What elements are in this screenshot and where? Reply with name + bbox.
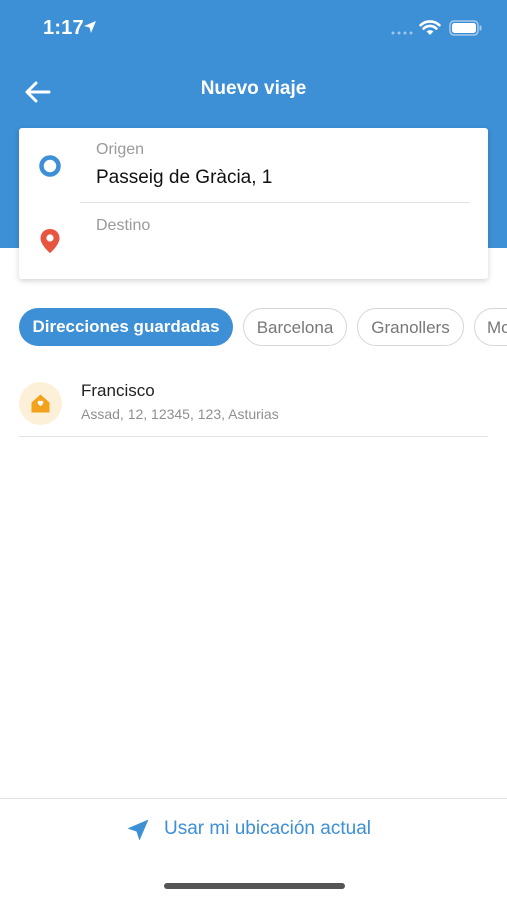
chip-direcciones-guardadas[interactable]: Direcciones guardadas: [19, 308, 233, 346]
status-bar: 1:17: [0, 0, 507, 58]
destination-label: Destino: [96, 217, 151, 234]
origin-marker-icon: [39, 155, 61, 177]
use-current-location-label: Usar mi ubicación actual: [164, 818, 371, 839]
saved-address-name: Francisco: [81, 381, 155, 400]
origin-label: Origen: [96, 141, 145, 158]
saved-address-item[interactable]: Francisco Assad, 12, 12345, 123, Asturia…: [19, 368, 488, 437]
chip-granollers[interactable]: Granollers: [357, 308, 464, 346]
chip-truncated[interactable]: Mo: [474, 308, 507, 346]
battery-icon: [449, 20, 482, 36]
cellular-signal-icon: [391, 31, 413, 35]
destination-input[interactable]: [96, 236, 466, 270]
location-services-icon: [84, 21, 96, 33]
status-time: 1:17: [43, 17, 84, 39]
origin-field[interactable]: Passeig de Gràcia, 1: [96, 167, 272, 189]
field-divider: [80, 202, 470, 203]
home-icon: [31, 394, 50, 413]
chip-barcelona[interactable]: Barcelona: [243, 308, 347, 346]
route-card: Origen Passeig de Gràcia, 1 Destino: [19, 128, 488, 279]
saved-address-detail: Assad, 12, 12345, 123, Asturias: [81, 406, 279, 422]
filter-chips: Direcciones guardadas Barcelona Granolle…: [19, 308, 507, 348]
wifi-icon: [419, 20, 441, 35]
home-indicator[interactable]: [164, 883, 345, 889]
page-title: Nuevo viaje: [200, 78, 307, 99]
destination-pin-icon: [40, 229, 60, 253]
navigation-arrow-icon: [127, 819, 149, 841]
footer-divider: [0, 798, 507, 799]
home-badge: [19, 382, 62, 425]
